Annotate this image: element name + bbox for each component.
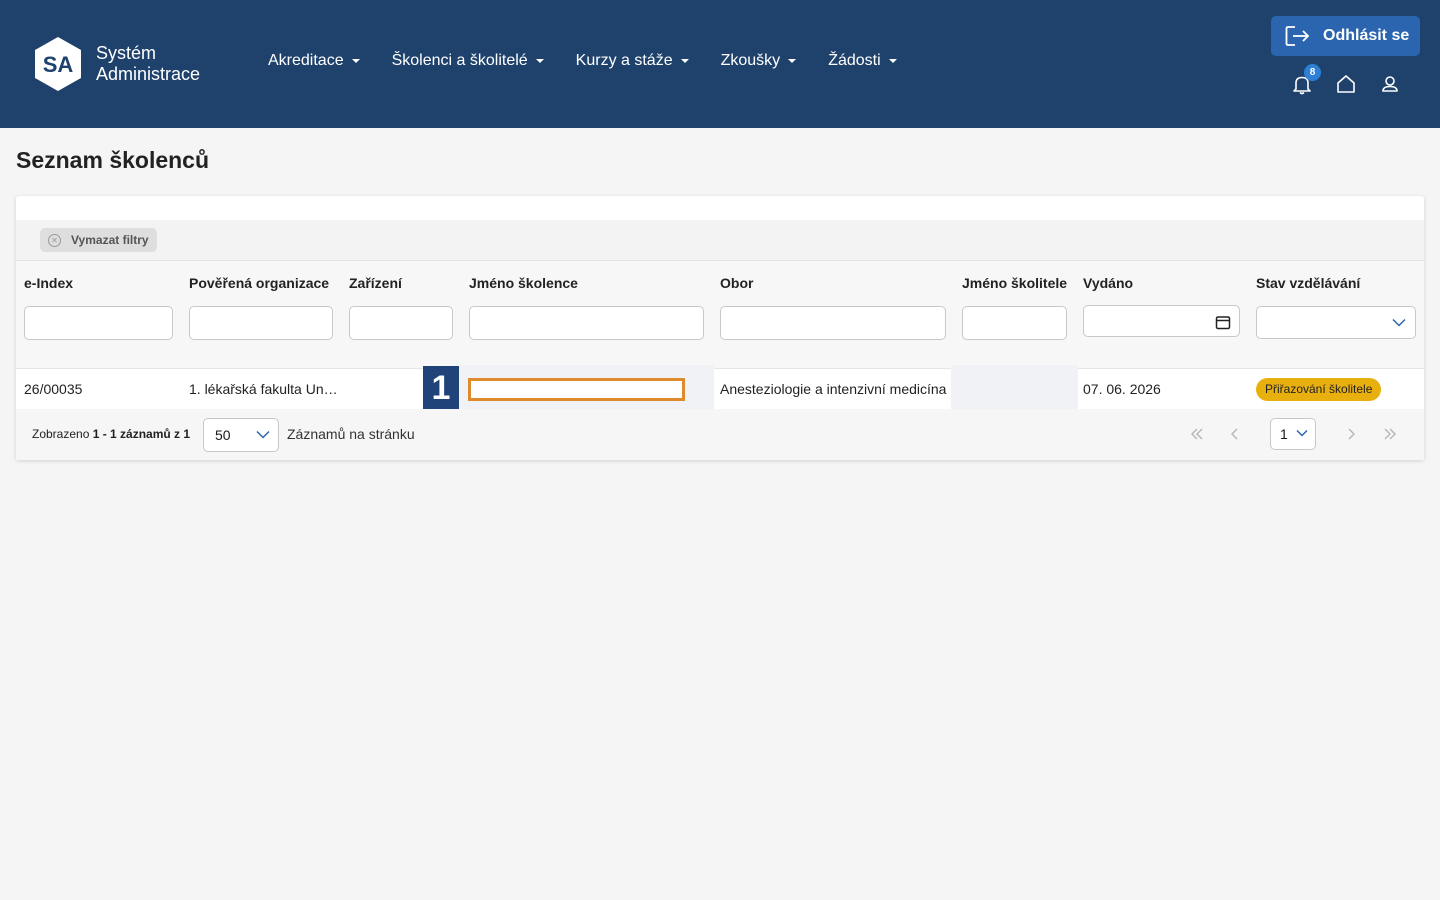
top-header: SA Systém Administrace Akreditace Školen… (0, 0, 1440, 128)
clear-filters-button[interactable]: ✕ Vymazat filtry (40, 228, 157, 252)
column-header-jmeno-skolitele[interactable]: Jméno školitele (962, 275, 1067, 291)
column-header-stav[interactable]: Stav vzdělávání (1256, 275, 1360, 291)
page-title: Seznam školenců (16, 147, 210, 173)
records-shown: Zobrazeno 1 - 1 záznamů z 1 (32, 409, 190, 460)
cell-eindex: 26/00035 (24, 381, 83, 397)
per-page-select[interactable]: 50 (203, 418, 279, 452)
logo-abbr: SA (43, 52, 74, 77)
filter-input-organizace[interactable] (189, 306, 333, 340)
column-header-jmeno-skolence[interactable]: Jméno školence (469, 275, 578, 291)
filter-bar: ✕ Vymazat filtry (16, 220, 1424, 261)
nav-zkousky[interactable]: Zkoušky (721, 52, 797, 70)
logo-line-1: Systém (96, 43, 157, 63)
chevron-down-icon (1392, 318, 1406, 327)
filter-input-jmeno-skolitele[interactable] (962, 306, 1067, 340)
first-page-icon[interactable] (1190, 428, 1204, 440)
column-header-zarizeni[interactable]: Zařízení (349, 275, 402, 291)
nav-skolenci-a-skolitele[interactable]: Školenci a školitelé (392, 52, 544, 70)
cell-jmeno-skolence-highlight[interactable] (468, 378, 685, 401)
clear-circle-icon: ✕ (48, 233, 61, 247)
nav-kurzy-a-staze[interactable]: Kurzy a stáže (576, 52, 689, 70)
cell-jmeno-skolitele-bg (951, 365, 1078, 409)
current-page: 1 (1280, 426, 1288, 442)
logo-hexagon-icon: SA (35, 37, 81, 91)
clear-filters-label: Vymazat filtry (71, 233, 149, 247)
last-page-icon[interactable] (1383, 428, 1397, 440)
caret-down-icon (888, 59, 897, 63)
logo-line-2: Administrace (96, 64, 201, 84)
records-shown-range: 1 - 1 záznamů z 1 (92, 427, 191, 441)
filter-input-obor[interactable] (720, 306, 946, 340)
logo[interactable]: SA (33, 36, 83, 92)
table-header: e-Index Pověřená organizace Zařízení Jmé… (16, 261, 1424, 368)
nav-label: Zkoušky (720, 52, 781, 69)
column-header-eindex[interactable]: e-Index (24, 275, 73, 291)
nav-zadosti[interactable]: Žádosti (828, 52, 897, 70)
next-page-icon[interactable] (1346, 428, 1356, 440)
logout-button[interactable]: Odhlásit se (1271, 16, 1420, 56)
logout-label: Odhlásit se (1323, 27, 1410, 44)
caret-down-icon (535, 59, 544, 63)
filter-input-zarizeni[interactable] (349, 306, 453, 340)
filter-select-stav[interactable] (1256, 306, 1416, 339)
page-select[interactable]: 1 (1270, 418, 1316, 450)
caret-down-icon (680, 59, 689, 63)
column-header-vydano[interactable]: Vydáno (1083, 275, 1133, 291)
per-page-label: Záznamů na stránku (287, 426, 415, 442)
status-badge: Přiřazování školitele (1256, 378, 1382, 401)
column-header-organizace[interactable]: Pověřená organizace (189, 275, 329, 291)
cell-organizace: 1. lékařská fakulta Un… (189, 381, 338, 397)
trainees-table-card: ✕ Vymazat filtry e-Index Pověřená organi… (16, 196, 1424, 460)
user-icon[interactable] (1379, 73, 1401, 95)
nav-label: Kurzy a stáže (575, 52, 673, 69)
caret-down-icon (351, 59, 360, 63)
logo-text[interactable]: Systém Administrace (96, 43, 200, 85)
cell-obor: Anesteziologie a intenzivní medicína (720, 381, 947, 397)
filter-input-vydano-date[interactable] (1083, 305, 1240, 337)
home-icon[interactable] (1335, 73, 1357, 95)
filter-input-eindex[interactable] (24, 306, 173, 340)
prev-page-icon[interactable] (1230, 428, 1240, 440)
table-row[interactable]: 26/00035 1. lékařská fakulta Un… 1 Anest… (16, 365, 1424, 410)
table-footer: Zobrazeno 1 - 1 záznamů z 1 50 Záznamů n… (16, 409, 1424, 460)
cell-vydano: 07. 06. 2026 (1083, 381, 1161, 397)
notification-badge: 8 (1304, 64, 1321, 81)
annotation-marker: 1 (423, 366, 459, 410)
column-header-obor[interactable]: Obor (720, 275, 753, 291)
records-shown-prefix: Zobrazeno (32, 427, 93, 441)
main-nav: Akreditace Školenci a školitelé Kurzy a … (268, 52, 929, 70)
chevron-down-icon (256, 430, 270, 439)
nav-label: Akreditace (268, 52, 344, 69)
filter-input-jmeno-skolence[interactable] (469, 306, 704, 340)
caret-down-icon (788, 59, 797, 63)
per-page-value: 50 (215, 427, 231, 443)
calendar-icon[interactable] (1215, 315, 1231, 330)
chevron-down-icon (1296, 429, 1308, 437)
logout-icon (1285, 26, 1310, 46)
nav-akreditace[interactable]: Akreditace (268, 52, 360, 70)
nav-label: Školenci a školitelé (391, 52, 528, 69)
nav-label: Žádosti (828, 52, 881, 69)
